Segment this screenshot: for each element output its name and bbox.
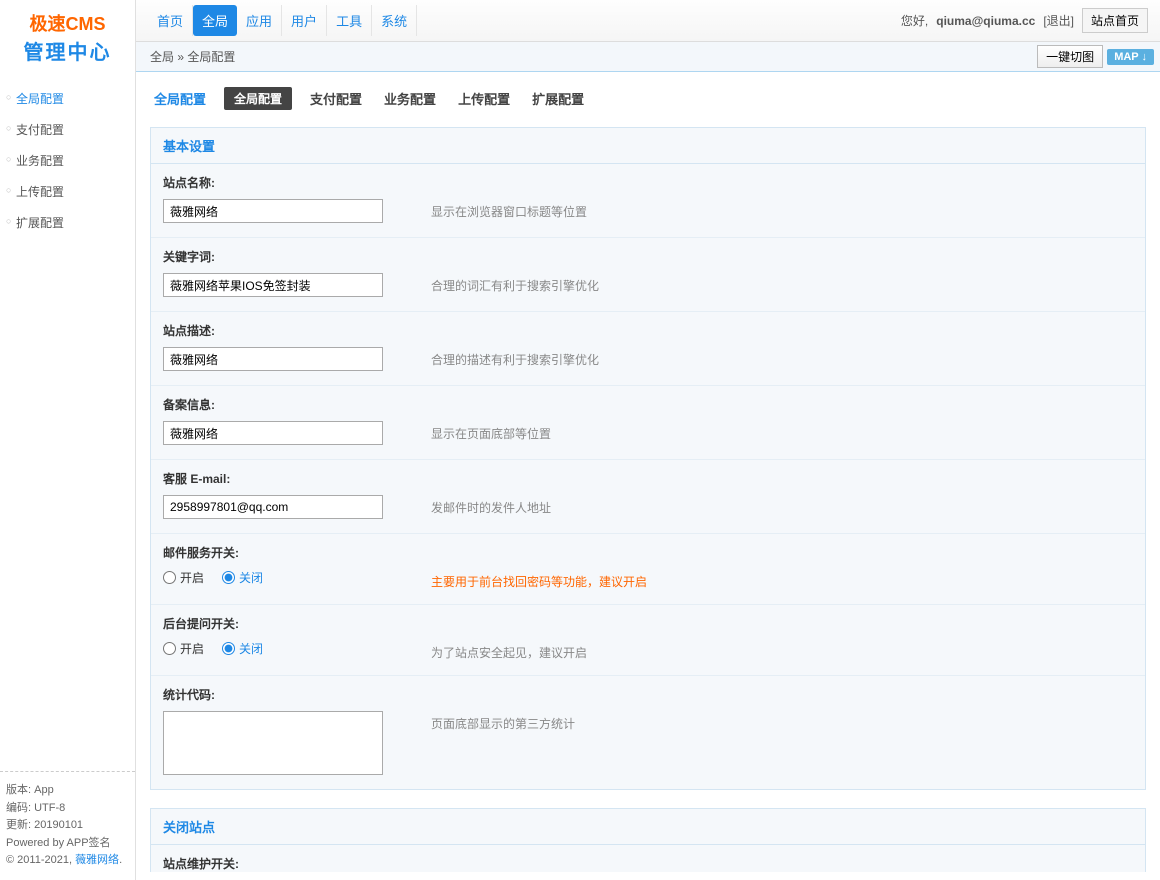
sidebar-item-payment[interactable]: 支付配置 xyxy=(0,114,135,145)
logout-link[interactable]: [退出] xyxy=(1043,12,1074,29)
input-keywords[interactable] xyxy=(163,273,383,297)
radio-mail-on[interactable]: 开启 xyxy=(163,569,204,586)
label-question-switch: 后台提问开关: xyxy=(163,615,1133,632)
topnav-tool[interactable]: 工具 xyxy=(327,5,372,36)
label-maintain-switch: 站点维护开关: xyxy=(163,855,1133,872)
footer-version: 版本: App xyxy=(6,782,129,800)
sidebar-item-upload[interactable]: 上传配置 xyxy=(0,176,135,207)
textarea-stat-code[interactable] xyxy=(163,711,383,775)
content: 全局配置 全局配置 支付配置 业务配置 上传配置 扩展配置 基本设置 站点名称:… xyxy=(136,72,1160,880)
logo-line1: 极速CMS xyxy=(8,10,127,36)
label-description: 站点描述: xyxy=(163,322,1133,339)
tab-global-main[interactable]: 全局配置 xyxy=(150,86,210,111)
topbar-right: 您好, qiuma@qiuma.cc [退出] 站点首页 xyxy=(901,8,1148,33)
sidebar-menu: 全局配置 支付配置 业务配置 上传配置 扩展配置 xyxy=(0,77,135,771)
footer-powered: Powered by APP签名 xyxy=(6,835,129,853)
hint-question-switch: 为了站点安全起见，建议开启 xyxy=(431,640,587,661)
sidebar-item-global[interactable]: 全局配置 xyxy=(0,83,135,114)
tab-extension[interactable]: 扩展配置 xyxy=(528,86,588,111)
footer-copyright: © 2011-2021, 薇雅网络. xyxy=(6,852,129,870)
topnav-home[interactable]: 首页 xyxy=(148,5,193,36)
tab-global-active[interactable]: 全局配置 xyxy=(224,87,292,110)
label-keywords: 关键字词: xyxy=(163,248,1133,265)
breadcrumb-seg2: 全局配置 xyxy=(187,48,235,65)
footer-link[interactable]: 薇雅网络 xyxy=(75,854,119,866)
input-description[interactable] xyxy=(163,347,383,371)
sidebar-item-business[interactable]: 业务配置 xyxy=(0,145,135,176)
tabs: 全局配置 全局配置 支付配置 业务配置 上传配置 扩展配置 xyxy=(150,86,1146,111)
topnav-system[interactable]: 系统 xyxy=(372,5,417,36)
greeting: 您好, xyxy=(901,12,928,29)
breadcrumb: 全局 » 全局配置 一键切图 MAP xyxy=(136,42,1160,72)
label-email: 客服 E-mail: xyxy=(163,470,1133,487)
topnav-global[interactable]: 全局 xyxy=(193,5,237,36)
sidebar-item-extension[interactable]: 扩展配置 xyxy=(0,207,135,238)
label-mail-switch: 邮件服务开关: xyxy=(163,544,1133,561)
user-email: qiuma@qiuma.cc xyxy=(936,14,1035,28)
label-stat-code: 统计代码: xyxy=(163,686,1133,703)
tab-business[interactable]: 业务配置 xyxy=(380,86,440,111)
breadcrumb-seg1: 全局 xyxy=(150,48,174,65)
logo: 极速CMS 管理中心 xyxy=(0,0,135,77)
input-site-name[interactable] xyxy=(163,199,383,223)
main: 首页 全局 应用 用户 工具 系统 您好, qiuma@qiuma.cc [退出… xyxy=(136,0,1160,880)
panel-basic-header: 基本设置 xyxy=(151,128,1145,164)
footer-update: 更新: 20190101 xyxy=(6,817,129,835)
map-button[interactable]: MAP xyxy=(1107,49,1154,65)
radio-question-off[interactable]: 关闭 xyxy=(222,640,263,657)
panel-close: 关闭站点 站点维护开关: xyxy=(150,808,1146,872)
input-email[interactable] xyxy=(163,495,383,519)
site-home-button[interactable]: 站点首页 xyxy=(1082,8,1148,33)
hint-description: 合理的描述有利于搜索引擎优化 xyxy=(431,347,599,368)
tab-upload[interactable]: 上传配置 xyxy=(454,86,514,111)
hint-keywords: 合理的词汇有利于搜索引擎优化 xyxy=(431,273,599,294)
label-beian: 备案信息: xyxy=(163,396,1133,413)
topnav-app[interactable]: 应用 xyxy=(237,5,282,36)
switch-image-button[interactable]: 一键切图 xyxy=(1037,45,1103,68)
label-site-name: 站点名称: xyxy=(163,174,1133,191)
hint-mail-switch: 主要用于前台找回密码等功能，建议开启 xyxy=(431,569,647,590)
sidebar: 极速CMS 管理中心 全局配置 支付配置 业务配置 上传配置 扩展配置 版本: … xyxy=(0,0,136,880)
radio-question-on[interactable]: 开启 xyxy=(163,640,204,657)
topbar: 首页 全局 应用 用户 工具 系统 您好, qiuma@qiuma.cc [退出… xyxy=(136,0,1160,42)
radio-mail-off[interactable]: 关闭 xyxy=(222,569,263,586)
hint-beian: 显示在页面底部等位置 xyxy=(431,421,551,442)
footer-encoding: 编码: UTF-8 xyxy=(6,800,129,818)
tab-payment[interactable]: 支付配置 xyxy=(306,86,366,111)
hint-email: 发邮件时的发件人地址 xyxy=(431,495,551,516)
hint-stat-code: 页面底部显示的第三方统计 xyxy=(431,711,575,732)
panel-basic: 基本设置 站点名称: 显示在浏览器窗口标题等位置 关键字词: 合理的词汇有利于搜… xyxy=(150,127,1146,790)
panel-close-header: 关闭站点 xyxy=(151,809,1145,845)
logo-line2: 管理中心 xyxy=(8,36,127,65)
topnav: 首页 全局 应用 用户 工具 系统 xyxy=(148,5,417,36)
sidebar-footer: 版本: App 编码: UTF-8 更新: 20190101 Powered b… xyxy=(0,771,135,880)
topnav-user[interactable]: 用户 xyxy=(282,5,327,36)
input-beian[interactable] xyxy=(163,421,383,445)
hint-site-name: 显示在浏览器窗口标题等位置 xyxy=(431,199,587,220)
